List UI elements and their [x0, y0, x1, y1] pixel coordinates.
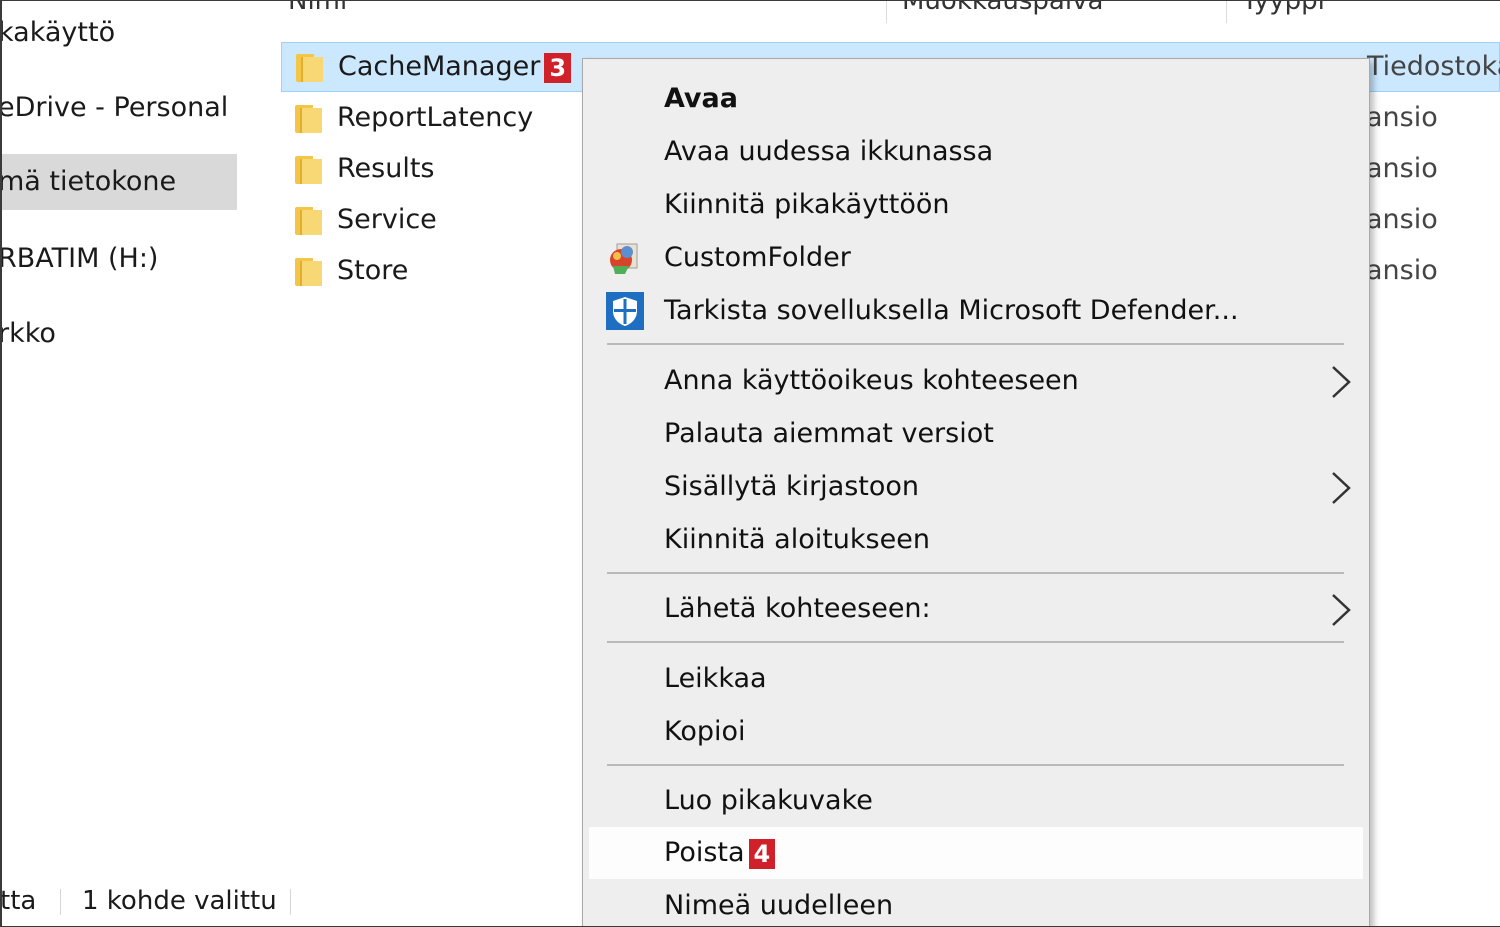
chevron-right-icon — [1332, 366, 1351, 398]
defender-shield-icon — [606, 292, 644, 330]
menu-item-pin-quick-access[interactable]: Kiinnitä pikakäyttöön — [583, 179, 1369, 231]
file-name: Results — [337, 153, 435, 184]
menu-item-defender-scan[interactable]: Tarkista sovelluksella Microsoft Defende… — [583, 285, 1369, 337]
menu-item-customfolder[interactable]: CustomFolder — [583, 232, 1369, 284]
sidebar-item-onedrive[interactable]: eDrive - Personal — [2, 80, 240, 136]
menu-item-label: Avaa uudessa ikkunassa — [664, 136, 994, 167]
file-name: Store — [337, 255, 409, 286]
menu-item-label: Anna käyttöoikeus kohteeseen — [664, 365, 1079, 396]
column-divider[interactable] — [1226, 1, 1227, 23]
file-name: Service — [337, 204, 437, 235]
folder-icon — [296, 54, 323, 82]
file-type: ansio — [1366, 153, 1438, 184]
menu-separator — [607, 764, 1344, 766]
status-divider — [290, 889, 291, 915]
menu-item-label: Lähetä kohteeseen: — [664, 593, 931, 624]
chevron-right-icon — [1332, 594, 1351, 626]
sidebar-item-verbatim-drive[interactable]: RBATIM (H:) — [2, 231, 240, 287]
file-name: CacheManager 3 — [338, 49, 572, 85]
menu-item-create-shortcut[interactable]: Luo pikakuvake — [583, 775, 1369, 827]
folder-icon — [295, 105, 322, 133]
menu-item-label: Palauta aiemmat versiot — [664, 418, 994, 449]
sidebar-item-this-pc[interactable]: mä tietokone — [2, 154, 237, 210]
column-header-type[interactable]: Tyyppi — [1242, 1, 1442, 23]
menu-item-delete[interactable]: Poista 4 — [589, 827, 1363, 879]
file-type: Tiedostokansio — [1367, 51, 1500, 82]
menu-item-open[interactable]: Avaa — [583, 73, 1369, 125]
sidebar-item-label: mä tietokone — [2, 166, 177, 197]
menu-item-send-to[interactable]: Lähetä kohteeseen: — [583, 583, 1369, 635]
menu-item-label: Tarkista sovelluksella Microsoft Defende… — [664, 295, 1239, 326]
menu-item-cut[interactable]: Leikkaa — [583, 653, 1369, 705]
file-type: ansio — [1366, 255, 1438, 286]
menu-item-label: CustomFolder — [664, 242, 851, 273]
menu-item-pin-start[interactable]: Kiinnitä aloitukseen — [583, 514, 1369, 566]
navigation-pane: kakäyttö eDrive - Personal mä tietokone … — [2, 1, 240, 926]
column-header-name[interactable]: Nimi — [288, 1, 488, 23]
status-item-count: tta — [0, 886, 37, 916]
folder-icon — [295, 207, 322, 235]
menu-item-label: Kopioi — [664, 716, 746, 747]
file-name-text: CacheManager — [338, 51, 541, 82]
folder-icon — [295, 258, 322, 286]
status-selected: 1 kohde valittu — [82, 886, 277, 916]
file-type: ansio — [1366, 102, 1438, 133]
menu-item-copy[interactable]: Kopioi — [583, 706, 1369, 758]
file-name: ReportLatency — [337, 102, 534, 133]
menu-item-text: Poista — [664, 837, 745, 868]
menu-item-label: Kiinnitä pikakäyttöön — [664, 189, 950, 220]
context-menu: Avaa Avaa uudessa ikkunassa Kiinnitä pik… — [582, 58, 1370, 926]
folder-icon — [295, 156, 322, 184]
menu-item-give-access[interactable]: Anna käyttöoikeus kohteeseen — [583, 355, 1369, 407]
status-bar: tta 1 kohde valittu — [2, 876, 582, 926]
sidebar-item-quick-access[interactable]: kakäyttö — [2, 5, 240, 61]
sidebar-item-label: rkko — [2, 318, 56, 349]
column-header-label: Tyyppi — [1242, 1, 1325, 16]
menu-item-restore-versions[interactable]: Palauta aiemmat versiot — [583, 408, 1369, 460]
menu-item-label: Luo pikakuvake — [664, 785, 873, 816]
menu-item-label: Avaa — [664, 83, 738, 114]
menu-separator — [607, 343, 1344, 345]
menu-separator — [607, 641, 1344, 643]
menu-item-label: Poista 4 — [664, 835, 776, 871]
menu-item-rename[interactable]: Nimeä uudelleen — [583, 880, 1369, 926]
sidebar-item-network[interactable]: rkko — [2, 306, 240, 362]
sidebar-item-label: kakäyttö — [2, 17, 116, 48]
menu-item-open-new-window[interactable]: Avaa uudessa ikkunassa — [583, 126, 1369, 178]
column-header-modified[interactable]: Muokkauspäivä — [902, 1, 1202, 23]
step-badge: 4 — [748, 838, 776, 869]
step-badge: 3 — [544, 52, 572, 83]
sidebar-item-label: eDrive - Personal — [2, 92, 229, 123]
column-divider[interactable] — [886, 1, 887, 23]
menu-item-label: Sisällytä kirjastoon — [664, 471, 920, 502]
menu-separator — [607, 572, 1344, 574]
customfolder-icon — [610, 243, 638, 274]
file-type: ansio — [1366, 204, 1438, 235]
chevron-right-icon — [1332, 472, 1351, 504]
menu-item-label: Nimeä uudelleen — [664, 890, 894, 921]
menu-item-label: Leikkaa — [664, 663, 767, 694]
explorer-window: kakäyttö eDrive - Personal mä tietokone … — [0, 0, 1500, 927]
sidebar-item-label: RBATIM (H:) — [2, 243, 159, 274]
status-divider — [60, 889, 61, 915]
column-header-label: Muokkauspäivä — [902, 1, 1104, 16]
menu-item-include-library[interactable]: Sisällytä kirjastoon — [583, 461, 1369, 513]
column-header-label: Nimi — [288, 1, 348, 16]
menu-item-label: Kiinnitä aloitukseen — [664, 524, 930, 555]
